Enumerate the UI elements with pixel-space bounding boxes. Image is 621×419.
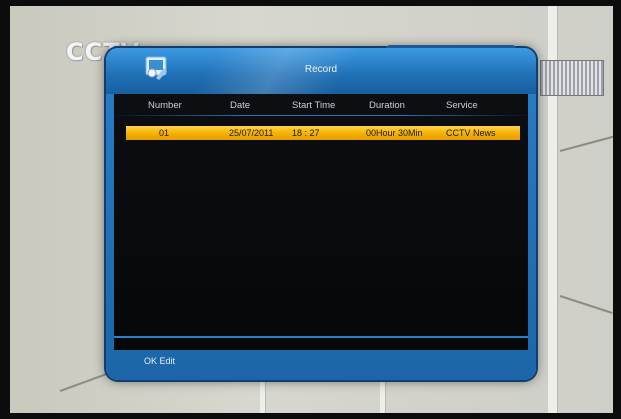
ok-edit-hint: OK Edit bbox=[144, 356, 176, 366]
screen-border bbox=[613, 0, 621, 419]
column-header-service: Service bbox=[446, 100, 478, 111]
column-header-start-time: Start Time bbox=[292, 100, 336, 111]
screen-border bbox=[0, 413, 621, 419]
table-row[interactable]: 01 25/07/2011 18 : 27 00Hour 30Min CCTV … bbox=[126, 126, 520, 140]
cell-service: CCTV News bbox=[446, 128, 496, 138]
column-header-duration: Duration bbox=[369, 100, 405, 111]
dialog-title: Record bbox=[304, 64, 338, 75]
header-divider bbox=[114, 115, 528, 116]
column-header-date: Date bbox=[230, 100, 251, 111]
solar-panel bbox=[540, 60, 604, 96]
dialog-footer: OK Edit bbox=[114, 350, 528, 374]
screen-border bbox=[0, 0, 10, 419]
cell-start-time: 18 : 27 bbox=[292, 128, 320, 138]
screen-border bbox=[0, 0, 621, 6]
cell-duration: 00Hour 30Min bbox=[366, 128, 423, 138]
cell-date: 25/07/2011 bbox=[229, 128, 274, 138]
record-dialog: Record Number Date Start Time Duration S… bbox=[106, 45, 536, 380]
record-list-panel: Number Date Start Time Duration Service … bbox=[114, 94, 528, 350]
cell-number: 01 bbox=[159, 128, 170, 138]
footer-divider bbox=[114, 336, 528, 338]
column-headers: Number Date Start Time Duration Service bbox=[114, 100, 528, 114]
column-header-number: Number bbox=[148, 100, 182, 111]
